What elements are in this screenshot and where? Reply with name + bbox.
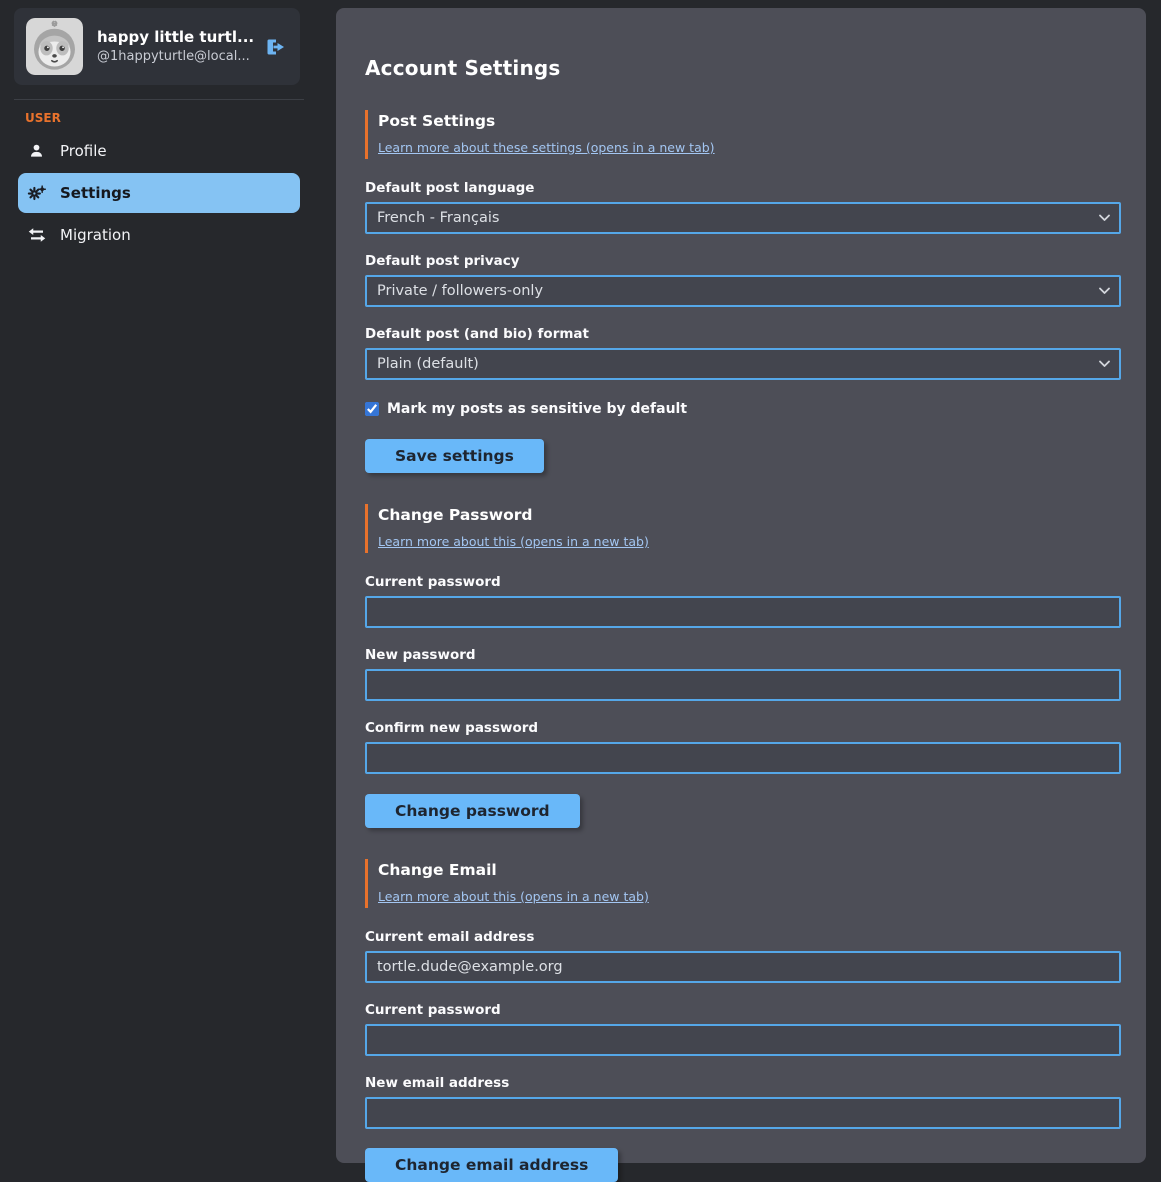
new-password-label: New password <box>365 647 1121 663</box>
change-password-heading: Change Password <box>378 506 1121 524</box>
confirm-new-password-input[interactable] <box>365 742 1121 774</box>
change-password-section: Change Password Learn more about this (o… <box>365 504 1121 859</box>
current-password-group: Current password <box>365 574 1121 628</box>
sidebar-divider <box>14 99 304 100</box>
default-post-language-group: Default post language French - Français <box>365 180 1121 234</box>
change-password-button[interactable]: Change password <box>365 794 580 828</box>
mark-sensitive-row: Mark my posts as sensitive by default <box>365 401 1121 417</box>
default-post-privacy-group: Default post privacy Private / followers… <box>365 253 1121 307</box>
new-password-group: New password <box>365 647 1121 701</box>
user-card[interactable]: happy little turtl... @1happyturtle@loca… <box>14 8 300 85</box>
current-password-label: Current password <box>365 574 1121 590</box>
default-post-language-select[interactable]: French - Français <box>365 202 1121 234</box>
exchange-arrows-icon <box>27 226 46 244</box>
user-icon <box>27 142 46 160</box>
current-email-label: Current email address <box>365 929 1121 945</box>
sidebar-item-label: Profile <box>60 142 107 160</box>
default-post-privacy-select[interactable]: Private / followers-only <box>365 275 1121 307</box>
new-email-group: New email address <box>365 1075 1121 1129</box>
post-settings-learn-more-link[interactable]: Learn more about these settings (opens i… <box>378 140 715 155</box>
sign-out-icon <box>264 35 288 59</box>
sidebar: happy little turtl... @1happyturtle@loca… <box>0 0 318 257</box>
save-settings-button[interactable]: Save settings <box>365 439 544 473</box>
sidebar-nav: Profile <box>0 134 318 252</box>
user-handle: @1happyturtle@local... <box>97 48 248 66</box>
change-password-learn-more-link[interactable]: Learn more about this (opens in a new ta… <box>378 534 649 549</box>
logout-button[interactable] <box>264 35 288 59</box>
default-post-format-select[interactable]: Plain (default) <box>365 348 1121 380</box>
gears-icon <box>27 184 46 202</box>
user-display-name: happy little turtl... <box>97 27 248 47</box>
default-post-format-label: Default post (and bio) format <box>365 326 1121 342</box>
sidebar-section-label: USER <box>25 111 318 125</box>
mark-sensitive-label[interactable]: Mark my posts as sensitive by default <box>387 401 687 417</box>
current-password-input[interactable] <box>365 596 1121 628</box>
avatar <box>26 18 83 75</box>
post-settings-heading: Post Settings <box>378 112 1121 130</box>
default-post-privacy-label: Default post privacy <box>365 253 1121 269</box>
sidebar-item-settings[interactable]: Settings <box>18 173 300 213</box>
sloth-avatar-icon <box>26 18 83 75</box>
change-password-header: Change Password Learn more about this (o… <box>365 504 1121 553</box>
post-settings-header: Post Settings Learn more about these set… <box>365 110 1121 159</box>
default-post-format-group: Default post (and bio) format Plain (def… <box>365 326 1121 380</box>
change-email-section: Change Email Learn more about this (open… <box>365 859 1121 1182</box>
email-current-password-label: Current password <box>365 1002 1121 1018</box>
new-email-label: New email address <box>365 1075 1121 1091</box>
change-email-button[interactable]: Change email address <box>365 1148 618 1182</box>
current-email-input[interactable] <box>365 951 1121 983</box>
sidebar-item-label: Settings <box>60 184 131 202</box>
current-email-group: Current email address <box>365 929 1121 983</box>
confirm-new-password-group: Confirm new password <box>365 720 1121 774</box>
new-password-input[interactable] <box>365 669 1121 701</box>
confirm-new-password-label: Confirm new password <box>365 720 1121 736</box>
email-current-password-group: Current password <box>365 1002 1121 1056</box>
email-current-password-input[interactable] <box>365 1024 1121 1056</box>
account-settings-panel: Account Settings Post Settings Learn mor… <box>336 8 1146 1163</box>
change-email-heading: Change Email <box>378 861 1121 879</box>
user-meta: happy little turtl... @1happyturtle@loca… <box>97 27 248 65</box>
mark-sensitive-checkbox[interactable] <box>365 402 379 416</box>
page-title: Account Settings <box>365 56 1121 80</box>
post-settings-section: Post Settings Learn more about these set… <box>365 110 1121 504</box>
sidebar-item-profile[interactable]: Profile <box>18 134 300 168</box>
new-email-input[interactable] <box>365 1097 1121 1129</box>
change-email-learn-more-link[interactable]: Learn more about this (opens in a new ta… <box>378 889 649 904</box>
sidebar-item-migration[interactable]: Migration <box>18 218 300 252</box>
sidebar-item-label: Migration <box>60 226 131 244</box>
change-email-header: Change Email Learn more about this (open… <box>365 859 1121 908</box>
default-post-language-label: Default post language <box>365 180 1121 196</box>
